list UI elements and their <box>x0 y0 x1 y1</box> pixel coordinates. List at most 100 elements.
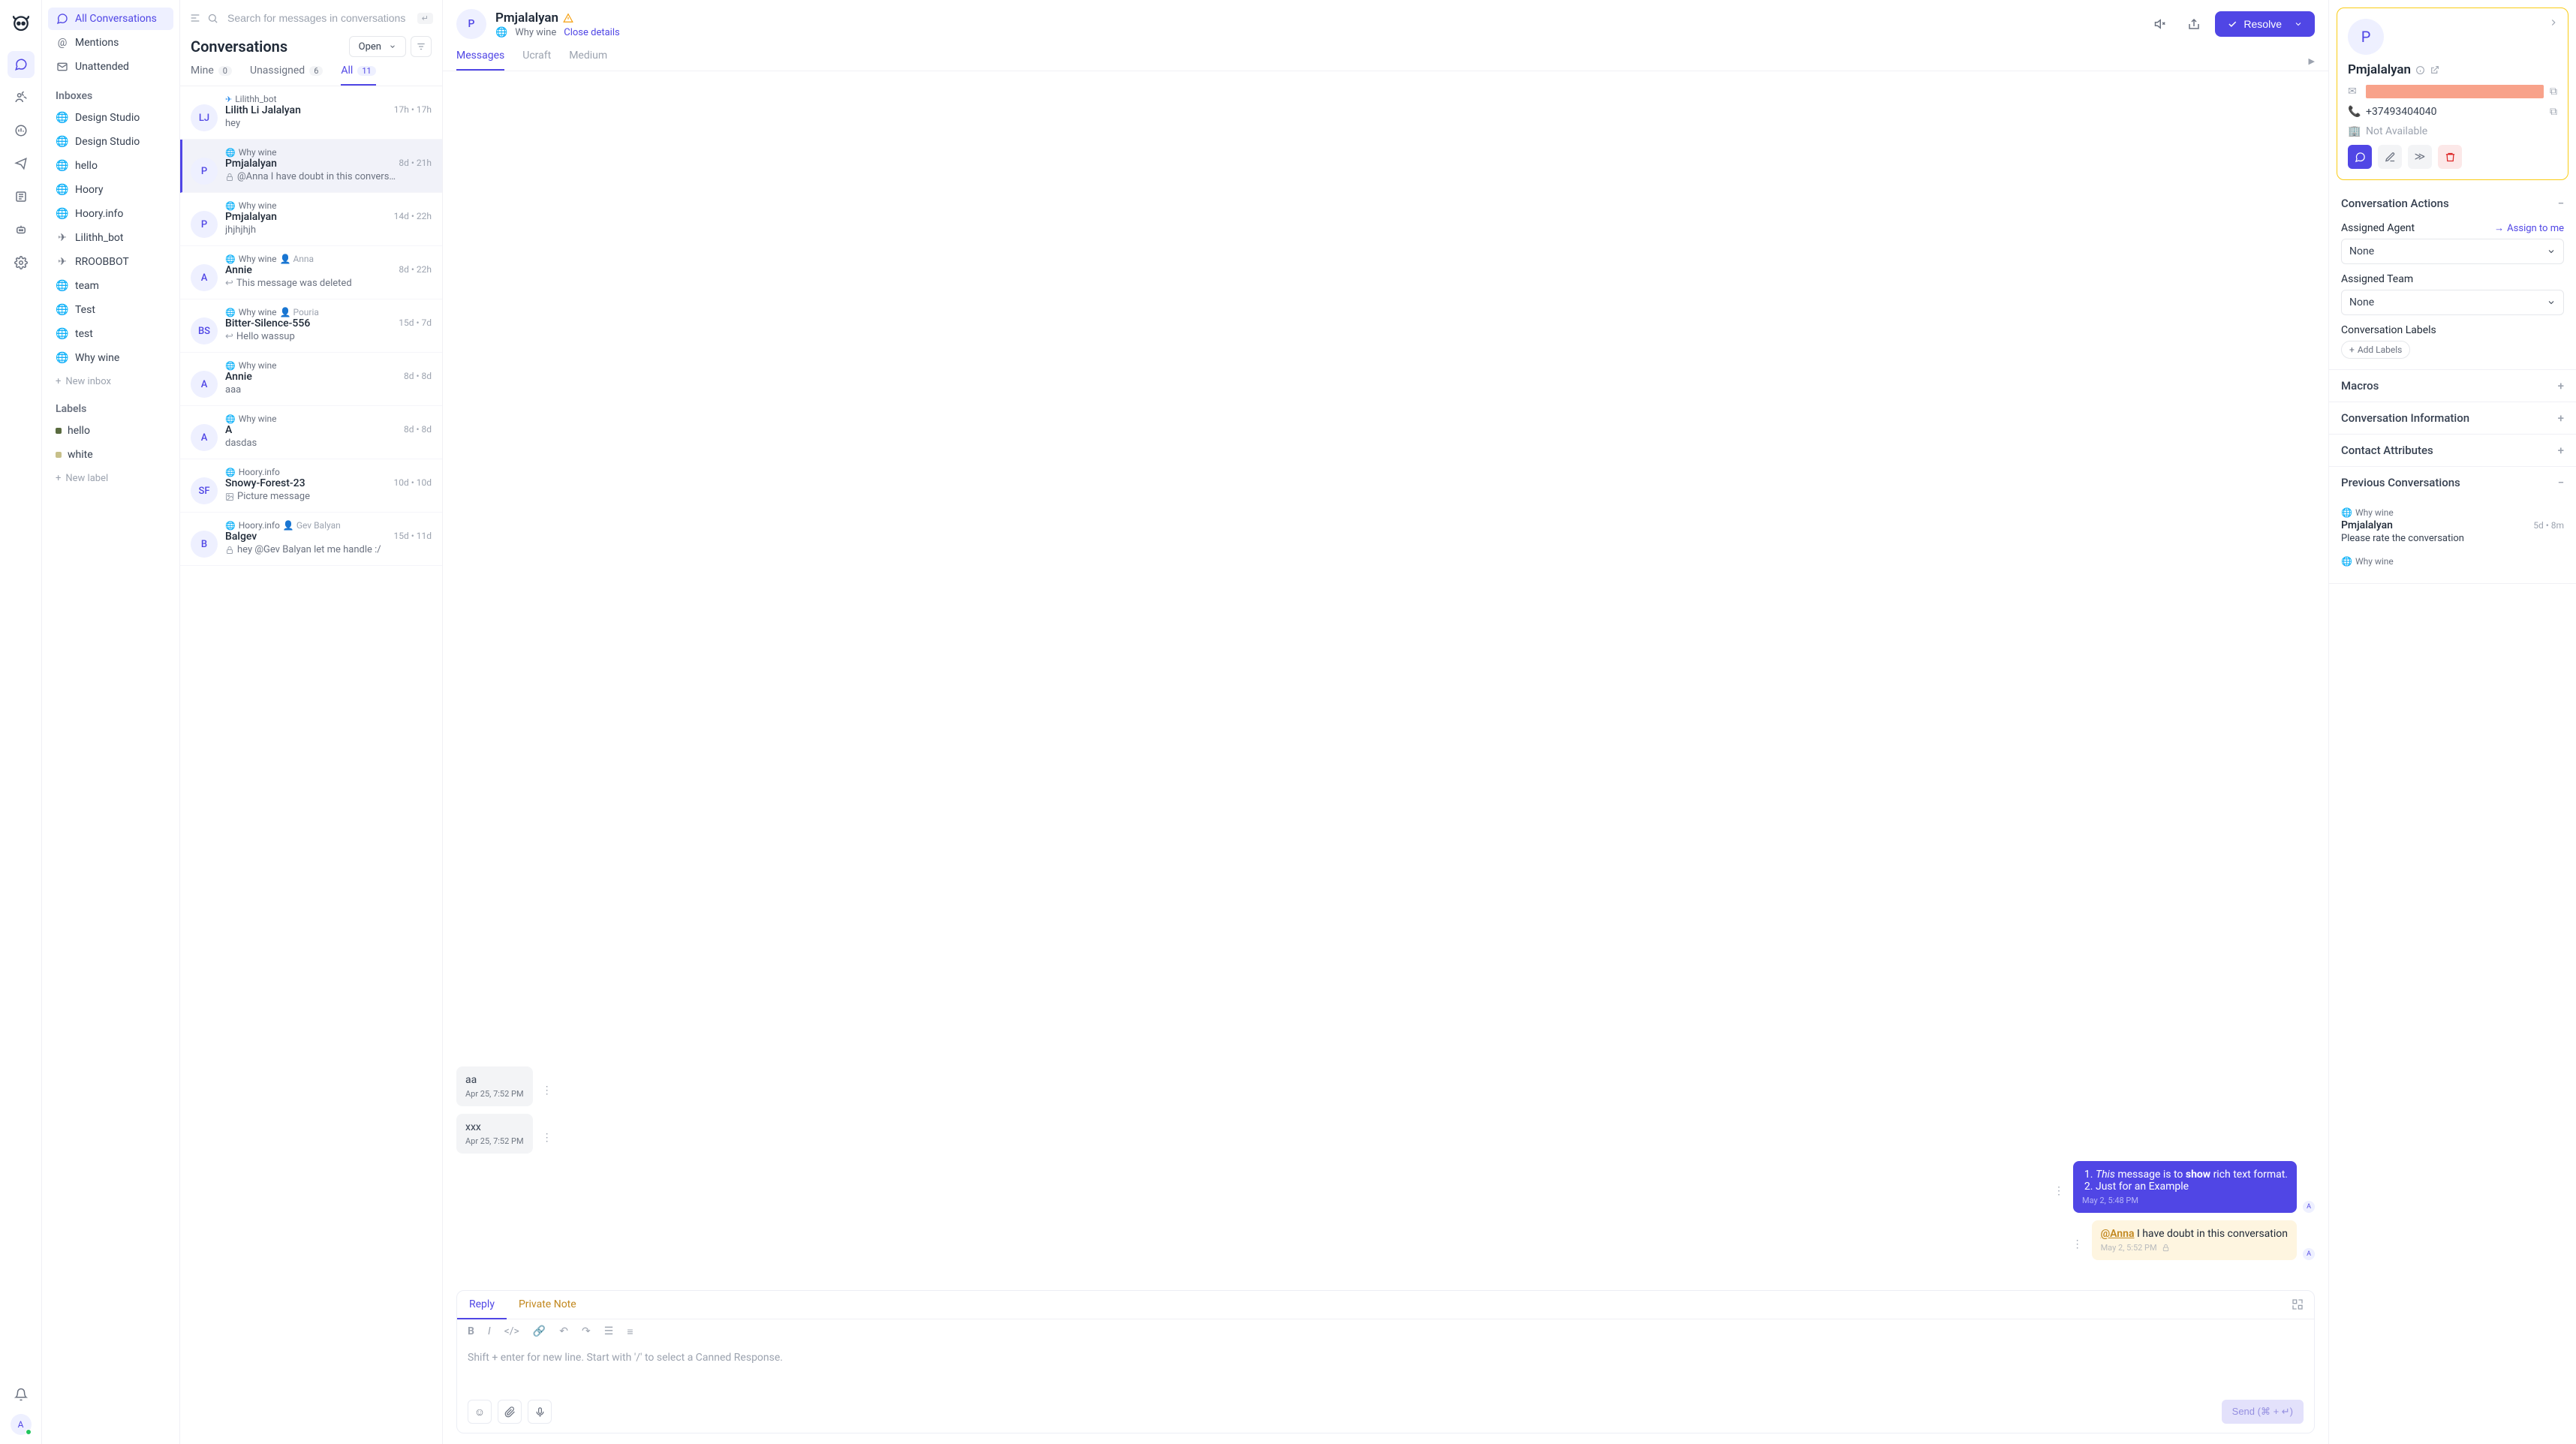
add-labels-button[interactable]: + Add Labels <box>2341 341 2410 359</box>
user-avatar[interactable]: A <box>11 1414 32 1435</box>
reply-tab-note[interactable]: Private Note <box>507 1291 588 1319</box>
list-menu-icon[interactable] <box>189 12 201 24</box>
resolve-button[interactable]: Resolve <box>2215 11 2315 37</box>
open-filter-button[interactable]: Open <box>349 36 406 57</box>
filter-button[interactable] <box>411 36 432 57</box>
section-info-header[interactable]: Conversation Information+ <box>2329 402 2576 434</box>
conversation-item[interactable]: BS🌐Why wine👤 PouriaBitter-Silence-55615d… <box>180 299 442 353</box>
email-icon: ✉ <box>2348 86 2360 98</box>
inbox-item[interactable]: 🌐Design Studio <box>48 131 173 153</box>
conv-meta: 17h • 17h <box>394 104 432 115</box>
external-link-icon[interactable] <box>2430 65 2439 75</box>
section-actions-header[interactable]: Conversation Actions− <box>2329 188 2576 219</box>
copy-email-icon[interactable]: ⧉ <box>2550 86 2557 98</box>
assign-to-me-link[interactable]: → Assign to me <box>2494 222 2564 234</box>
reply-tab-reply[interactable]: Reply <box>457 1291 507 1319</box>
message-menu-icon[interactable]: ⋮ <box>2051 1182 2067 1200</box>
conversation-item[interactable]: P🌐Why winePmjalalyan8d • 21h@Anna I have… <box>180 140 442 193</box>
inbox-item[interactable]: ✈RROOBBOT <box>48 251 173 273</box>
section-prev-header[interactable]: Previous Conversations− <box>2329 467 2576 498</box>
fmt-bold[interactable]: B <box>468 1325 474 1338</box>
section-attrs-header[interactable]: Contact Attributes+ <box>2329 435 2576 466</box>
inbox-item[interactable]: 🌐hello <box>48 155 173 177</box>
sidebar-all-conversations[interactable]: All Conversations <box>48 8 173 30</box>
tabs-expand-icon[interactable]: ▶ <box>2309 56 2315 66</box>
fmt-link[interactable]: 🔗 <box>533 1325 546 1338</box>
nav-help[interactable] <box>8 183 35 210</box>
tab-unassigned[interactable]: Unassigned6 <box>250 65 323 86</box>
send-button[interactable]: Send (⌘ + ↵) <box>2222 1400 2304 1424</box>
nav-notifications[interactable] <box>8 1381 35 1408</box>
chat-tab-medium[interactable]: Medium <box>569 50 607 71</box>
attach-button[interactable] <box>498 1400 522 1424</box>
section-macros-header[interactable]: Macros+ <box>2329 370 2576 402</box>
sidebar-mentions[interactable]: @Mentions <box>48 32 173 54</box>
conversation-item[interactable]: LJ✈Lilithh_botLilith Li Jalalyan17h • 17… <box>180 86 442 140</box>
inbox-item[interactable]: 🌐Hoory <box>48 179 173 201</box>
new-conversation-button[interactable] <box>2348 145 2372 169</box>
nav-campaigns[interactable] <box>8 150 35 177</box>
inbox-item[interactable]: 🌐Hoory.info <box>48 203 173 225</box>
message-menu-icon[interactable]: ⋮ <box>539 1129 555 1147</box>
fmt-ol[interactable]: ≡ <box>627 1325 633 1338</box>
fmt-ul[interactable]: ☰ <box>604 1325 614 1338</box>
conversation-item[interactable]: SF🌐Hoory.infoSnowy-Forest-2310d • 10dPic… <box>180 459 442 513</box>
nav-bot[interactable] <box>8 216 35 243</box>
tab-all[interactable]: All11 <box>341 65 375 86</box>
new-label-button[interactable]: New label <box>48 468 173 489</box>
nav-settings[interactable] <box>8 249 35 276</box>
fmt-undo[interactable]: ↶ <box>559 1325 568 1338</box>
assigned-agent-select[interactable]: None <box>2341 239 2564 264</box>
message-text: @Anna I have doubt in this conversation <box>2101 1228 2288 1240</box>
label-item[interactable]: white <box>48 444 173 466</box>
copy-phone-icon[interactable]: ⧉ <box>2550 106 2557 118</box>
merge-contact-button[interactable]: ≫ <box>2408 145 2432 169</box>
previous-conversation-item[interactable]: 🌐Why winePmjalalyan5d • 8mPlease rate th… <box>2341 501 2564 550</box>
inbox-item[interactable]: 🌐Design Studio <box>48 107 173 129</box>
assigned-team-select[interactable]: None <box>2341 290 2564 315</box>
emoji-button[interactable]: ☺ <box>468 1400 492 1424</box>
label: All Conversations <box>75 13 157 25</box>
fmt-code[interactable]: </> <box>504 1325 519 1338</box>
close-details-link[interactable]: Close details <box>564 27 619 38</box>
send-transcript-button[interactable] <box>2182 12 2206 36</box>
conversation-item[interactable]: P🌐Why winePmjalalyan14d • 22hjhjhjhjh <box>180 193 442 246</box>
contact-avatar: P <box>2348 19 2384 55</box>
reply-textarea[interactable]: Shift + enter for new line. Start with '… <box>457 1344 2314 1394</box>
reply-signature-toggle[interactable] <box>2281 1291 2314 1319</box>
inbox-item[interactable]: 🌐Why wine <box>48 347 173 369</box>
tab-mine[interactable]: Mine0 <box>191 65 232 86</box>
delete-contact-button[interactable] <box>2438 145 2462 169</box>
nav-reports[interactable] <box>8 117 35 144</box>
fmt-italic[interactable]: I <box>488 1325 491 1338</box>
audio-button[interactable] <box>528 1400 552 1424</box>
inbox-item[interactable]: ✈Lilithh_bot <box>48 227 173 249</box>
inbox-type-icon: 🌐 <box>56 352 69 364</box>
chat-tab-ucraft[interactable]: Ucraft <box>522 50 551 71</box>
inbox-item[interactable]: 🌐test <box>48 323 173 345</box>
message-menu-icon[interactable]: ⋮ <box>2069 1235 2086 1253</box>
sidebar-unattended[interactable]: Unattended <box>48 56 173 78</box>
fmt-redo[interactable]: ↷ <box>582 1325 591 1338</box>
previous-conversation-item[interactable]: 🌐Why wine <box>2341 550 2564 573</box>
message-menu-icon[interactable]: ⋮ <box>539 1081 555 1100</box>
conversation-item[interactable]: A🌐Why wineA8d • 8ddasdas <box>180 406 442 459</box>
inbox-item[interactable]: 🌐team <box>48 275 173 297</box>
conversation-item[interactable]: B🌐Hoory.info👤 Gev BalyanBalgev15d • 11dh… <box>180 513 442 566</box>
inbox-icon: 🌐 <box>225 201 236 211</box>
mute-button[interactable] <box>2149 12 2173 36</box>
nav-conversations[interactable] <box>8 51 35 78</box>
conv-inbox-name: Why wine <box>239 200 277 211</box>
conv-preview: hey <box>225 118 432 129</box>
label-item[interactable]: hello <box>48 420 173 442</box>
contact-expand-icon[interactable] <box>2548 17 2559 28</box>
search-input[interactable] <box>224 8 411 29</box>
conversation-item[interactable]: A🌐Why wineAnnie8d • 8daaa <box>180 353 442 406</box>
edit-contact-button[interactable] <box>2378 145 2402 169</box>
new-inbox-button[interactable]: New inbox <box>48 371 173 393</box>
nav-contacts[interactable] <box>8 84 35 111</box>
conversation-item[interactable]: A🌐Why wine👤 AnnaAnnie8d • 22h↩This messa… <box>180 246 442 299</box>
inbox-item[interactable]: 🌐Test <box>48 299 173 321</box>
globe-icon: 🌐 <box>2341 507 2352 518</box>
chat-tab-messages[interactable]: Messages <box>456 50 504 71</box>
